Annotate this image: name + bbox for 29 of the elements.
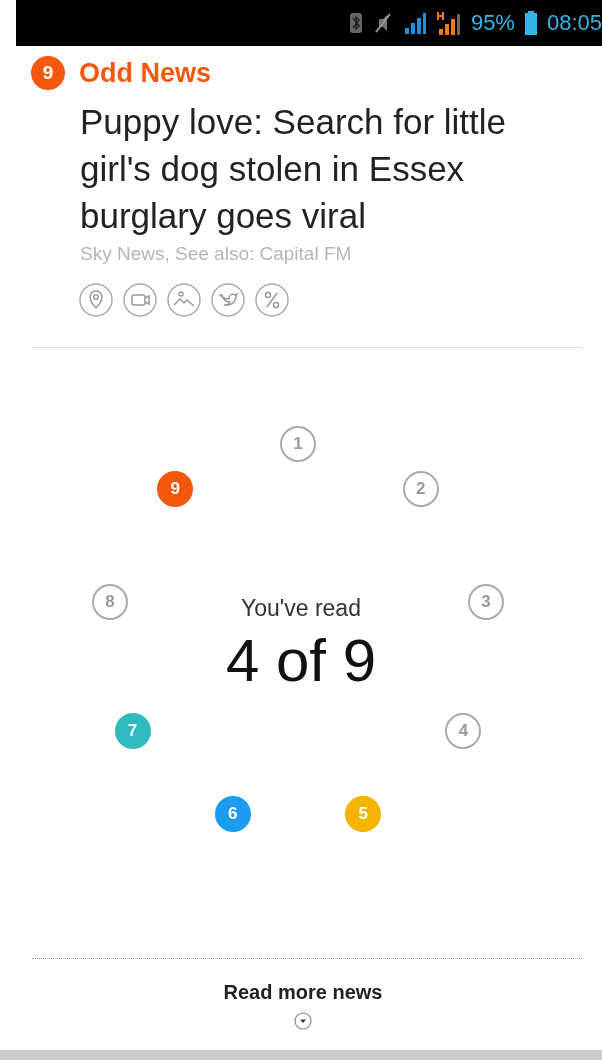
source-text: Sky News, See also: Capital FM xyxy=(80,243,353,265)
story-marker[interactable]: 4 xyxy=(445,712,482,749)
progress-label: You've read xyxy=(241,595,361,622)
story-marker[interactable]: 6 xyxy=(214,796,251,833)
headline[interactable]: Puppy love: Search for little girl's dog stolen in Essex burglary goes viral xyxy=(80,98,572,239)
read-more-link[interactable]: Read more news xyxy=(223,981,383,1004)
clock: 08:05 xyxy=(546,10,602,36)
story-marker[interactable]: 7 xyxy=(114,712,151,749)
battery-percentage: 95% xyxy=(470,10,515,36)
story-marker[interactable]: 9 xyxy=(157,470,194,507)
mobile-data-icon xyxy=(436,11,461,35)
bird-icon[interactable] xyxy=(211,283,245,317)
category-label: Odd News xyxy=(79,57,212,89)
story-marker[interactable]: 3 xyxy=(468,583,505,620)
read-count: 4 of 9 xyxy=(225,626,377,695)
story-marker[interactable]: 8 xyxy=(91,583,128,620)
percent-icon[interactable] xyxy=(255,283,289,317)
story-marker[interactable]: 5 xyxy=(345,796,382,833)
muted-icon xyxy=(372,12,393,34)
story-marker[interactable]: 1 xyxy=(280,426,316,462)
signal-icon xyxy=(402,12,427,34)
story-number-badge: 9 xyxy=(31,56,65,90)
location-pin-icon[interactable] xyxy=(79,283,113,317)
video-camera-icon[interactable] xyxy=(123,283,157,317)
battery-icon xyxy=(524,11,537,35)
image-icon[interactable] xyxy=(167,283,201,317)
bluetooth-icon xyxy=(348,12,363,34)
expand-icon[interactable] xyxy=(294,1012,312,1030)
story-marker[interactable]: 2 xyxy=(402,470,439,507)
